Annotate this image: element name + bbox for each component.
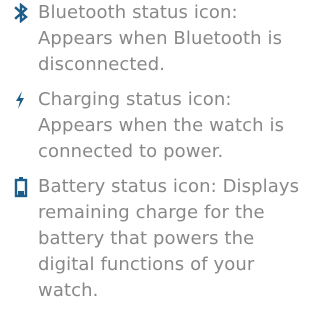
battery-description: Battery status icon: Displays remaining … [38, 176, 300, 301]
bluetooth-icon [14, 0, 34, 26]
battery-icon [14, 174, 34, 200]
lightning-bolt-icon [14, 87, 34, 113]
list-item-battery: Battery status icon: Displays remaining … [14, 174, 310, 304]
charging-description: Charging status icon: Appears when the w… [38, 89, 285, 162]
list-item-charging: Charging status icon: Appears when the w… [14, 87, 310, 165]
list-item-bluetooth: Bluetooth status icon: Appears when Blue… [14, 0, 310, 78]
status-icon-list: Bluetooth status icon: Appears when Blue… [14, 0, 310, 304]
bluetooth-description: Bluetooth status icon: Appears when Blue… [38, 2, 283, 75]
